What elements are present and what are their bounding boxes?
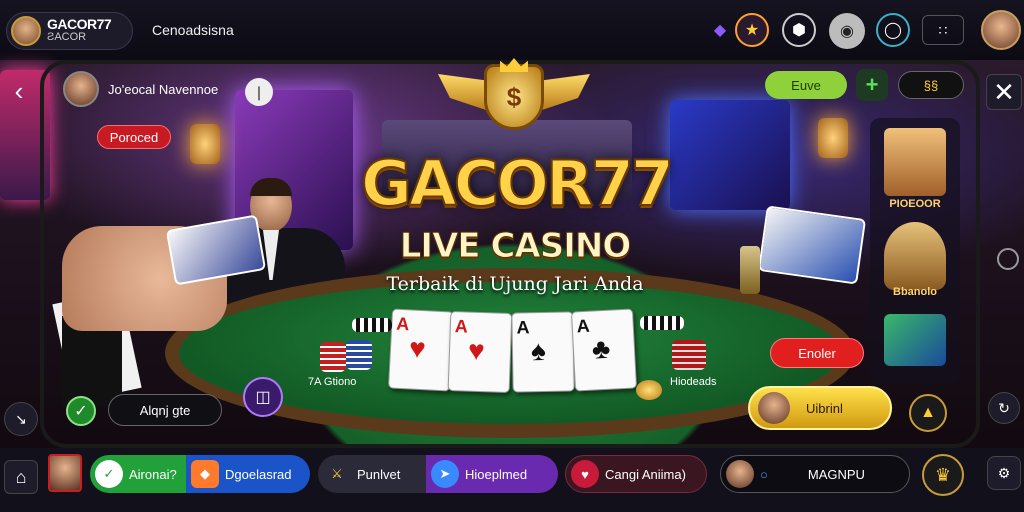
- bottom-tab[interactable]: ✓ Aironai?: [90, 455, 188, 493]
- chip-stack: [320, 342, 346, 372]
- cancel-button[interactable]: Enoler: [770, 338, 864, 368]
- badge-icon[interactable]: ⬢: [782, 13, 816, 47]
- chip-stack: [672, 340, 706, 370]
- tag-icon[interactable]: ◆: [703, 13, 737, 47]
- card-rank: A: [395, 313, 410, 335]
- game-subtitle: LIVE CASINO: [399, 226, 631, 267]
- player-card[interactable]: [884, 128, 946, 196]
- coin-icon[interactable]: ★: [735, 13, 769, 47]
- thumb-avatar[interactable]: [48, 454, 82, 492]
- bottom-tab-label: Dgoelasrad: [225, 466, 292, 482]
- trophy-icon[interactable]: ♛: [922, 454, 964, 496]
- playing-card[interactable]: A ♥: [387, 308, 455, 392]
- card-rank: A: [454, 316, 469, 337]
- plus-button[interactable]: +: [856, 69, 888, 101]
- host-info-icon[interactable]: ❘: [245, 78, 273, 106]
- bottom-tab[interactable]: ○ MAGNPU: [720, 455, 910, 493]
- rotate-icon[interactable]: ↻: [988, 392, 1020, 424]
- top-bar: GACOR77 ƧACOR Cenoadsisna ◆ ★ ⬢ ◉ ◯ ∷: [0, 0, 1024, 60]
- wall-lamp-left: [190, 124, 220, 164]
- host-avatar[interactable]: [63, 71, 99, 107]
- back-icon[interactable]: ‹: [4, 76, 34, 106]
- user-icon: [726, 460, 754, 488]
- host-name: Jo'eocal Navennoe: [108, 82, 219, 97]
- chat-icon[interactable]: ◉: [829, 13, 865, 49]
- crest-logo: $: [438, 58, 590, 138]
- rocket-icon: ➤: [431, 460, 459, 488]
- chip-flat: [352, 318, 392, 332]
- crest-shield: $: [484, 64, 544, 130]
- bottom-tab[interactable]: ⚔ Punlvet: [318, 455, 428, 493]
- shield-icon[interactable]: ✓: [66, 396, 96, 426]
- card-suit: ♥: [408, 332, 427, 365]
- gold-coin-icon: [636, 380, 662, 400]
- bottom-tab[interactable]: ♥ Cangi Aniima): [565, 455, 707, 493]
- right-card-panel: PIOEOOR Bbanolo: [870, 118, 960, 384]
- bottom-tab[interactable]: ➤ Hioeplmed: [426, 455, 558, 493]
- card-rank: A: [576, 315, 591, 337]
- bottom-tab-label: Punlvet: [357, 466, 401, 482]
- sword-icon: ⚔: [331, 466, 343, 481]
- brand-profile[interactable]: GACOR77 ƧACOR: [6, 12, 133, 50]
- live-button[interactable]: Euve: [765, 71, 847, 99]
- expand-icon[interactable]: ↘: [4, 402, 38, 436]
- player-card[interactable]: [884, 222, 946, 290]
- chip-flat: [640, 316, 684, 330]
- home-icon[interactable]: ⌂: [4, 460, 38, 494]
- card-suit: ♥: [467, 334, 486, 367]
- brand-subtitle: ƧACOR: [47, 31, 87, 43]
- status-dot-icon: ○: [760, 466, 768, 482]
- player-card-label: PIOEOOR: [889, 198, 941, 210]
- player-card-label: Bbanolo: [893, 286, 937, 298]
- game-tagline: Terbaik di Ujung Jari Anda: [386, 273, 644, 295]
- close-icon[interactable]: ✕: [986, 74, 1022, 110]
- ultimate-label: Uibrinl: [806, 400, 843, 416]
- profile-icon[interactable]: [981, 10, 1021, 50]
- gem-icon: ◆: [191, 460, 219, 488]
- card-rank: A: [516, 317, 530, 338]
- bottom-tab-label: MAGNPU: [807, 466, 865, 482]
- table-card-stack: [757, 205, 867, 285]
- chip-label-left: 7A Gtiono: [308, 376, 357, 388]
- poster-right: [670, 100, 790, 210]
- bottom-bar: ⌂ ✓ Aironai? ◆ Dgoelasrad ⚔ Punlvet ➤ Hi…: [0, 448, 1024, 512]
- message-input[interactable]: Alqnj gte: [108, 394, 222, 426]
- brand-avatar: [11, 16, 41, 46]
- game-title: GACOR77: [360, 147, 675, 221]
- playing-card[interactable]: A ♥: [447, 310, 513, 394]
- chip-label-right: Hiodeads: [670, 376, 717, 388]
- home-circle-icon[interactable]: [997, 248, 1019, 270]
- bonus-card[interactable]: [884, 314, 946, 366]
- card-suit: ♣: [591, 332, 612, 365]
- bottom-tab-label: Cangi Aniima): [605, 466, 686, 482]
- heart-gem-icon: ♥: [571, 460, 599, 488]
- settings-icon[interactable]: ⚙: [987, 456, 1021, 490]
- menu-icon[interactable]: ∷: [922, 15, 964, 45]
- casino-app-screen: GACOR77 ƧACOR Cenoadsisna ◆ ★ ⬢ ◉ ◯ ∷ Jo…: [0, 0, 1024, 512]
- top-right-pill[interactable]: §§: [898, 71, 964, 99]
- brand-name: GACOR77: [47, 16, 112, 32]
- host-badge[interactable]: Poroced: [97, 125, 171, 149]
- playing-card[interactable]: A ♠: [511, 311, 575, 393]
- card-suit: ♠: [530, 334, 547, 367]
- ultimate-avatar: [758, 392, 790, 424]
- cup: [740, 246, 760, 294]
- crown-icon[interactable]: ▲: [909, 394, 947, 432]
- bag-icon[interactable]: ◫: [243, 377, 283, 417]
- wall-lamp-right: [818, 118, 848, 158]
- ultimate-button[interactable]: Uibrinl: [748, 386, 892, 430]
- top-nav-link[interactable]: Cenoadsisna: [152, 22, 234, 38]
- gift-icon[interactable]: ◯: [876, 13, 910, 47]
- bottom-tab-label: Hioeplmed: [465, 466, 528, 482]
- bottom-tab-label: Aironai?: [129, 466, 177, 482]
- chip-stack: [346, 340, 372, 370]
- bottom-tab[interactable]: ◆ Dgoelasrad: [186, 455, 310, 493]
- shield-check-icon: ✓: [95, 460, 123, 488]
- playing-card[interactable]: A ♣: [570, 308, 638, 392]
